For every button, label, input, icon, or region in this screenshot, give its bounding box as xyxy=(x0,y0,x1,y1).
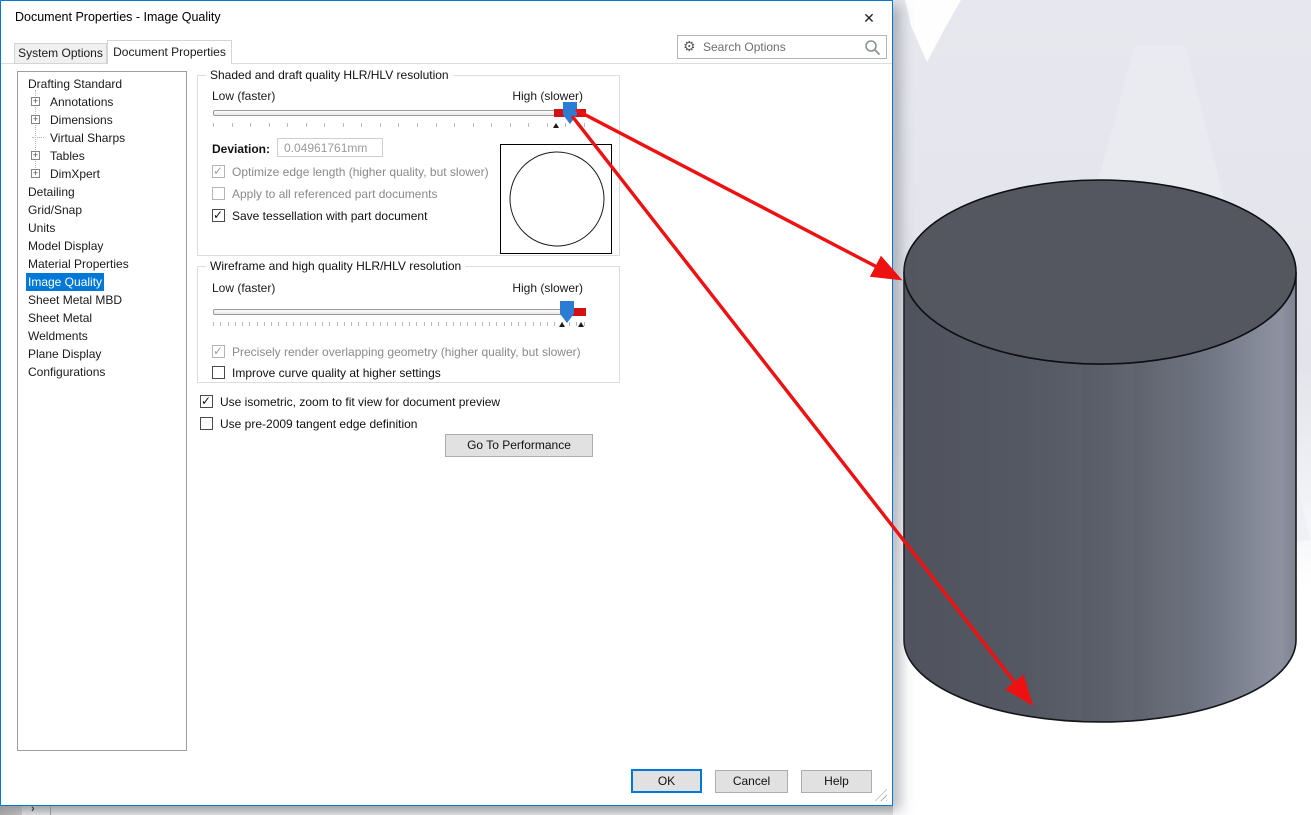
slider-tick-marks xyxy=(213,322,585,327)
group-title: Wireframe and high quality HLR/HLV resol… xyxy=(206,259,465,273)
high-slower-label: High (slower) xyxy=(512,281,583,295)
slider-detent-marker xyxy=(578,322,584,327)
deviation-label: Deviation: xyxy=(212,142,270,156)
search-icon xyxy=(864,39,881,56)
search-options-box[interactable]: ⚙ xyxy=(677,35,887,59)
expand-icon[interactable]: + xyxy=(31,97,40,106)
dialog-title-bar: Document Properties - Image Quality ✕ xyxy=(1,1,892,33)
optimize-edge-length-checkbox: ✓ xyxy=(212,165,225,178)
gear-icon: ⚙ xyxy=(683,38,696,55)
graphics-viewport[interactable] xyxy=(893,0,1311,815)
improve-curve-quality-checkbox[interactable] xyxy=(212,366,225,379)
cylinder-top-face xyxy=(904,180,1296,364)
apply-referenced-docs-checkbox xyxy=(212,187,225,200)
tree-item-drafting-standard[interactable]: Drafting Standard xyxy=(18,75,186,93)
bottom-bar-corner xyxy=(0,806,22,815)
tree-item-sheet-metal[interactable]: Sheet Metal xyxy=(18,309,186,327)
go-to-performance-button[interactable]: Go To Performance xyxy=(445,434,593,457)
tree-item-detailing[interactable]: Detailing xyxy=(18,183,186,201)
tree-item-sheet-metal-mbd[interactable]: Sheet Metal MBD xyxy=(18,291,186,309)
use-isometric-checkbox[interactable]: ✓ xyxy=(200,395,213,408)
tree-item-grid-snap[interactable]: Grid/Snap xyxy=(18,201,186,219)
tree-item-model-display[interactable]: Model Display xyxy=(18,237,186,255)
slider-detent-marker xyxy=(553,123,559,128)
tree-item-configurations[interactable]: Configurations xyxy=(18,363,186,381)
settings-tree: Drafting Standard +Annotations +Dimensio… xyxy=(17,71,187,751)
background-highlight xyxy=(905,0,961,62)
tree-item-virtual-sharps[interactable]: Virtual Sharps xyxy=(18,129,186,147)
tree-item-plane-display[interactable]: Plane Display xyxy=(18,345,186,363)
resize-grip[interactable] xyxy=(873,787,887,801)
tab-system-options[interactable]: System Options xyxy=(14,43,107,64)
dialog-title: Document Properties - Image Quality xyxy=(15,10,221,24)
tree-item-units[interactable]: Units xyxy=(18,219,186,237)
tessellation-circle xyxy=(501,145,611,253)
wireframe-quality-group: Wireframe and high quality HLR/HLV resol… xyxy=(197,266,620,383)
tree-item-dimxpert[interactable]: +DimXpert xyxy=(18,165,186,183)
pre-2009-tangent-checkbox[interactable] xyxy=(200,417,213,430)
group-title: Shaded and draft quality HLR/HLV resolut… xyxy=(206,68,453,82)
low-faster-label: Low (faster) xyxy=(212,89,275,103)
help-button[interactable]: Help xyxy=(801,770,872,793)
tree-item-image-quality[interactable]: Image Quality xyxy=(18,273,186,291)
app-bottom-bar: › xyxy=(0,806,893,815)
tab-document-properties[interactable]: Document Properties xyxy=(107,40,232,64)
wireframe-quality-slider-thumb[interactable] xyxy=(560,301,574,323)
shaded-quality-slider-thumb[interactable] xyxy=(563,102,577,124)
slider-detent-marker xyxy=(559,322,565,327)
bottom-bar-divider xyxy=(50,806,51,815)
expand-icon[interactable]: + xyxy=(31,115,40,124)
tree-item-dimensions[interactable]: +Dimensions xyxy=(18,111,186,129)
cancel-button[interactable]: Cancel xyxy=(715,770,788,793)
save-tessellation-checkbox[interactable]: ✓ xyxy=(212,209,225,222)
tessellation-preview xyxy=(500,144,612,254)
tree-item-weldments[interactable]: Weldments xyxy=(18,327,186,345)
high-slower-label: High (slower) xyxy=(512,89,583,103)
tree-item-annotations[interactable]: +Annotations xyxy=(18,93,186,111)
shaded-quality-group: Shaded and draft quality HLR/HLV resolut… xyxy=(197,75,620,256)
deviation-field[interactable] xyxy=(277,138,383,157)
cylinder-model xyxy=(893,0,1311,815)
search-input[interactable] xyxy=(703,37,853,57)
low-faster-label: Low (faster) xyxy=(212,281,275,295)
wireframe-quality-slider-track[interactable] xyxy=(213,309,585,315)
shaded-quality-slider-track[interactable] xyxy=(213,110,585,116)
document-properties-dialog: Document Properties - Image Quality ✕ Sy… xyxy=(0,0,893,806)
precisely-render-checkbox: ✓ xyxy=(212,345,225,358)
expand-icon[interactable]: + xyxy=(31,151,40,160)
ok-button[interactable]: OK xyxy=(631,769,702,793)
tree-item-material-properties[interactable]: Material Properties xyxy=(18,255,186,273)
slider-tick-marks xyxy=(213,123,585,128)
tree-item-tables[interactable]: +Tables xyxy=(18,147,186,165)
close-icon[interactable]: ✕ xyxy=(856,6,882,30)
expand-icon[interactable]: + xyxy=(31,169,40,178)
